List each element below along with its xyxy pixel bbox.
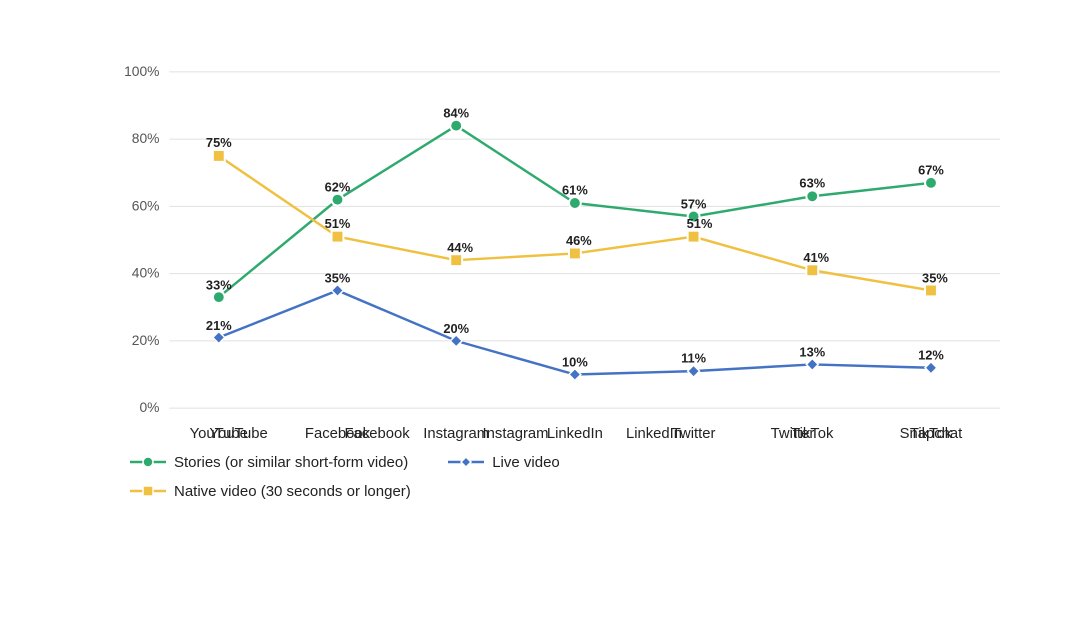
label-stories-2: 84%	[443, 105, 469, 120]
legend-live-label: Live video	[492, 454, 560, 471]
label-stories-1: 62%	[325, 179, 351, 194]
live-dot-2	[450, 334, 462, 346]
legend-live-icon	[448, 454, 484, 470]
label-stories-3: 61%	[562, 182, 588, 197]
stories-dot-1	[332, 193, 344, 205]
legend-stories-label: Stories (or similar short-form video)	[174, 454, 408, 471]
label-native-0: 75%	[206, 135, 232, 150]
chart-svg: 0% 20% 40% 60% 80% 100% YouTube Facebook…	[110, 50, 1020, 430]
stories-dot-2	[450, 119, 462, 131]
svg-text:20%: 20%	[132, 331, 160, 347]
label-stories-0: 33%	[206, 277, 232, 292]
native-dot-0	[213, 149, 225, 161]
native-dot-2	[450, 254, 462, 266]
svg-text:LinkedIn: LinkedIn	[547, 425, 603, 441]
label-native-6: 35%	[922, 270, 948, 285]
label-stories-4: 57%	[681, 196, 707, 211]
chart-container: 0% 20% 40% 60% 80% 100% YouTube Facebook…	[40, 30, 1040, 590]
label-native-3: 46%	[566, 232, 592, 247]
native-dot-1	[332, 230, 344, 242]
legend-native-label: Native video (30 seconds or longer)	[174, 483, 411, 500]
label-live-1: 35%	[325, 270, 351, 285]
native-dot-6	[925, 284, 937, 296]
stories-dot-6	[925, 176, 937, 188]
chart-legend: Stories (or similar short-form video) Li…	[130, 454, 1020, 500]
label-live-0: 21%	[206, 318, 232, 333]
svg-text:100%: 100%	[124, 62, 159, 78]
svg-text:60%: 60%	[132, 197, 160, 213]
live-dot-3	[569, 368, 581, 380]
native-dot-5	[806, 264, 818, 276]
svg-text:Twitter: Twitter	[672, 425, 716, 441]
live-dot-5	[806, 358, 818, 370]
chart-area: 0% 20% 40% 60% 80% 100% YouTube Facebook…	[110, 50, 1020, 430]
live-dot-4	[688, 365, 700, 377]
native-dot-4	[688, 230, 700, 242]
label-stories-6: 67%	[918, 162, 944, 177]
label-native-2: 44%	[447, 239, 473, 254]
label-live-5: 13%	[799, 344, 825, 359]
label-native-4: 51%	[687, 216, 713, 231]
native-dot-3	[569, 247, 581, 259]
svg-text:0%: 0%	[139, 399, 159, 415]
stories-dot-5	[806, 190, 818, 202]
label-native-1: 51%	[325, 216, 351, 231]
svg-text:40%: 40%	[132, 264, 160, 280]
legend-stories-icon	[130, 454, 166, 470]
label-live-4: 11%	[681, 350, 707, 365]
svg-text:Instagram: Instagram	[423, 425, 489, 441]
svg-text:TikTok: TikTok	[791, 425, 834, 441]
stories-dot-3	[569, 197, 581, 209]
label-stories-5: 63%	[799, 175, 825, 190]
legend-stories: Stories (or similar short-form video)	[130, 454, 408, 471]
svg-text:80%: 80%	[132, 130, 160, 146]
live-dot-6	[925, 361, 937, 373]
live-dot-0	[213, 331, 225, 343]
label-live-3: 10%	[562, 354, 588, 369]
legend-native-icon	[130, 483, 166, 499]
svg-text:Facebook: Facebook	[305, 425, 371, 441]
xlabel-instagram: Instagram	[483, 425, 549, 441]
stories-dot-0	[213, 291, 225, 303]
svg-text:Snapchat: Snapchat	[900, 425, 964, 441]
live-dot-1	[332, 284, 344, 296]
legend-native: Native video (30 seconds or longer)	[130, 483, 1020, 500]
label-live-6: 12%	[918, 347, 944, 362]
svg-text:YouTube: YouTube	[190, 425, 248, 441]
label-live-2: 20%	[443, 320, 469, 335]
legend-live: Live video	[448, 454, 560, 471]
label-native-5: 41%	[803, 249, 829, 264]
